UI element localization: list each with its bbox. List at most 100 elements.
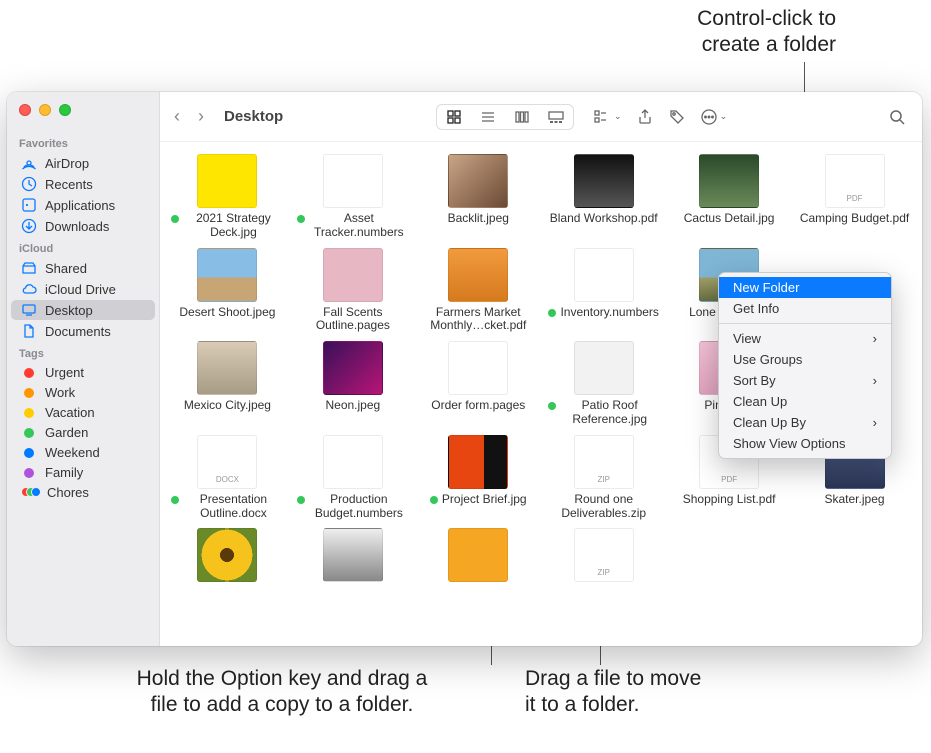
menu-item[interactable]: Use Groups: [719, 349, 891, 370]
menu-item[interactable]: Clean Up: [719, 391, 891, 412]
file-thumbnail: [574, 341, 634, 395]
file-item[interactable]: [546, 528, 662, 586]
file-name: Fall Scents Outline.pages: [297, 306, 409, 334]
file-item[interactable]: Asset Tracker.numbers: [295, 154, 411, 240]
callout-bottom-left: Hold the Option key and drag a file to a…: [72, 666, 492, 719]
file-name: Bland Workshop.pdf: [550, 212, 658, 226]
sidebar-item[interactable]: Work: [11, 383, 155, 402]
menu-item[interactable]: New Folder: [719, 277, 891, 298]
sidebar-item[interactable]: Desktop: [11, 300, 155, 320]
sidebar-item[interactable]: Urgent: [11, 363, 155, 382]
file-item[interactable]: Patio Roof Reference.jpg: [546, 341, 662, 427]
file-item[interactable]: Fall Scents Outline.pages: [295, 248, 411, 334]
file-item[interactable]: Farmers Market Monthly…cket.pdf: [420, 248, 536, 334]
more-button[interactable]: ⌄: [696, 105, 732, 129]
nav-forward-icon[interactable]: ›: [198, 106, 204, 127]
tag-green-icon: [548, 309, 556, 317]
gallery-view-icon[interactable]: [539, 105, 573, 129]
file-thumbnail: [323, 248, 383, 302]
menu-item[interactable]: Show View Options: [719, 433, 891, 454]
file-name: Order form.pages: [431, 399, 525, 413]
tag-dot-icon: [24, 408, 34, 418]
tag-dot-icon: [24, 468, 34, 478]
file-item[interactable]: Neon.jpeg: [295, 341, 411, 427]
file-item[interactable]: [169, 528, 285, 586]
chevron-right-icon: ›: [873, 331, 877, 346]
file-thumbnail: [323, 154, 383, 208]
sidebar-item-label: Documents: [45, 324, 111, 339]
sidebar-item[interactable]: Family: [11, 463, 155, 482]
view-switcher[interactable]: [436, 104, 574, 130]
icon-view-icon[interactable]: [437, 105, 471, 129]
file-thumbnail: [197, 435, 257, 489]
file-item[interactable]: Bland Workshop.pdf: [546, 154, 662, 240]
share-button[interactable]: [632, 105, 658, 129]
file-name: Round one Deliverables.zip: [548, 493, 660, 521]
file-thumbnail: [574, 154, 634, 208]
file-item[interactable]: [420, 528, 536, 586]
file-item[interactable]: Production Budget.numbers: [295, 435, 411, 521]
cloud-icon: [21, 281, 37, 297]
file-name: Mexico City.jpeg: [184, 399, 271, 413]
tag-green-icon: [430, 496, 438, 504]
menu-item-label: Sort By: [733, 373, 776, 388]
main-pane: ‹ › Desktop ⌄: [160, 92, 922, 646]
minimize-button[interactable]: [39, 104, 51, 116]
sidebar-item[interactable]: Downloads: [11, 216, 155, 236]
file-item[interactable]: Camping Budget.pdf: [797, 154, 913, 240]
file-thumbnail: [197, 154, 257, 208]
column-view-icon[interactable]: [505, 105, 539, 129]
sidebar-item[interactable]: iCloud Drive: [11, 279, 155, 299]
sidebar-header: iCloud: [7, 237, 159, 257]
sidebar-item-label: Downloads: [45, 219, 109, 234]
group-by-button[interactable]: ⌄: [590, 105, 626, 129]
close-button[interactable]: [19, 104, 31, 116]
sidebar-item[interactable]: Documents: [11, 321, 155, 341]
menu-item-label: Use Groups: [733, 352, 802, 367]
menu-item[interactable]: Get Info: [719, 298, 891, 319]
file-name: Project Brief.jpg: [442, 493, 527, 507]
search-icon[interactable]: [884, 105, 910, 129]
file-name: Inventory.numbers: [560, 306, 659, 320]
clock-icon: [21, 176, 37, 192]
tag-button[interactable]: [664, 105, 690, 129]
sidebar-item[interactable]: Weekend: [11, 443, 155, 462]
download-icon: [21, 218, 37, 234]
file-item[interactable]: Project Brief.jpg: [420, 435, 536, 521]
file-item[interactable]: Mexico City.jpeg: [169, 341, 285, 427]
sidebar-item[interactable]: Garden: [11, 423, 155, 442]
list-view-icon[interactable]: [471, 105, 505, 129]
file-item[interactable]: Cactus Detail.jpg: [671, 154, 787, 240]
shared-icon: [21, 260, 37, 276]
file-item[interactable]: Order form.pages: [420, 341, 536, 427]
menu-item[interactable]: Sort By›: [719, 370, 891, 391]
menu-item[interactable]: Clean Up By›: [719, 412, 891, 433]
file-item[interactable]: [295, 528, 411, 586]
file-thumbnail: [448, 435, 508, 489]
menu-item[interactable]: View›: [719, 328, 891, 349]
sidebar-item[interactable]: Recents: [11, 174, 155, 194]
file-thumbnail: [197, 528, 257, 582]
sidebar-item[interactable]: Vacation: [11, 403, 155, 422]
nav-back-icon[interactable]: ‹: [174, 106, 180, 127]
sidebar-item[interactable]: Shared: [11, 258, 155, 278]
file-thumbnail: [448, 248, 508, 302]
sidebar-item[interactable]: Chores: [11, 483, 155, 502]
file-item[interactable]: Presentation Outline.docx: [169, 435, 285, 521]
airdrop-icon: [21, 155, 37, 171]
file-name: Presentation Outline.docx: [183, 493, 283, 521]
sidebar-item[interactable]: AirDrop: [11, 153, 155, 173]
file-item[interactable]: 2021 Strategy Deck.jpg: [169, 154, 285, 240]
sidebar-item-label: Recents: [45, 177, 93, 192]
file-thumbnail: [448, 341, 508, 395]
finder-window: FavoritesAirDropRecentsApplicationsDownl…: [7, 92, 922, 646]
sidebar-item[interactable]: Applications: [11, 195, 155, 215]
file-item[interactable]: Round one Deliverables.zip: [546, 435, 662, 521]
file-item[interactable]: Desert Shoot.jpeg: [169, 248, 285, 334]
maximize-button[interactable]: [59, 104, 71, 116]
file-item[interactable]: Inventory.numbers: [546, 248, 662, 334]
file-item[interactable]: Backlit.jpeg: [420, 154, 536, 240]
sidebar-item-label: iCloud Drive: [45, 282, 116, 297]
sidebar-item-label: Garden: [45, 425, 88, 440]
file-name: Skater.jpeg: [825, 493, 885, 507]
